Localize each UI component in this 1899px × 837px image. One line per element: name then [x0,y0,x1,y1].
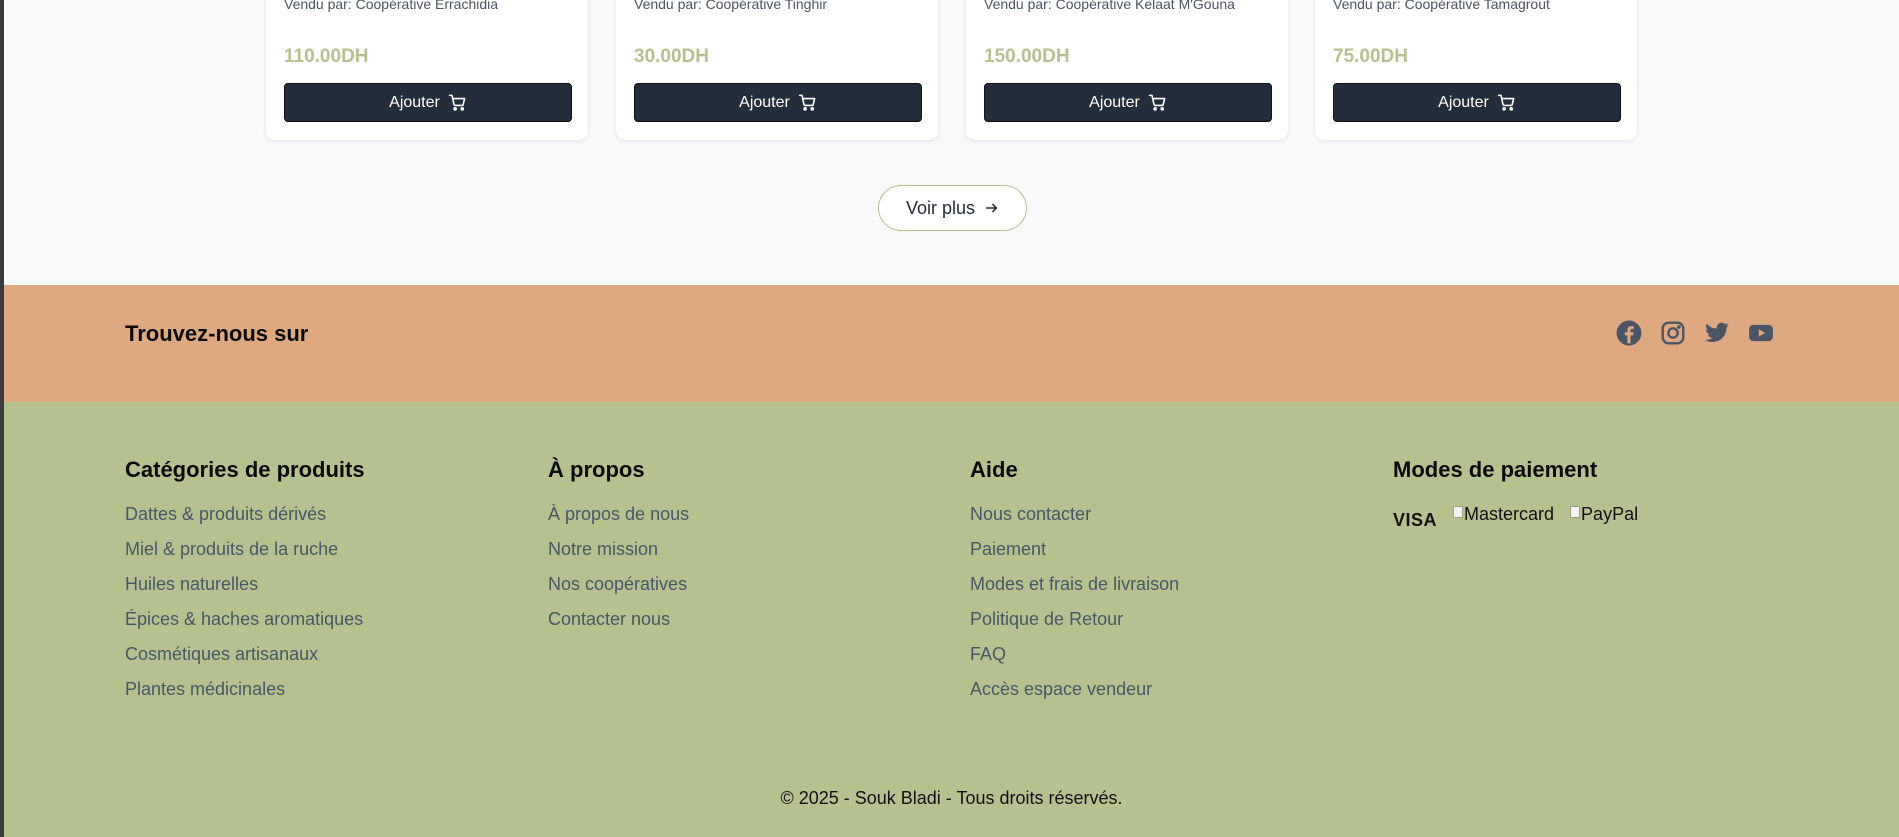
product-seller: Vendu par: Coopérative Tinghir [634,0,828,12]
footer-link[interactable]: Contacter nous [548,609,689,629]
footer-link[interactable]: Notre mission [548,539,689,559]
twitter-icon[interactable] [1704,320,1730,346]
product-card: Vendu par: Coopérative Tinghir 30.00DH A… [616,0,938,140]
product-seller: Vendu par: Coopérative Kelaat M'Gouna [984,0,1235,12]
product-card: Vendu par: Coopérative Kelaat M'Gouna 15… [966,0,1288,140]
product-price: 30.00DH [634,46,709,67]
footer-link[interactable]: Miel & produits de la ruche [125,539,365,559]
social-icons [1616,320,1774,346]
visa-logo: VISA [1393,510,1438,530]
broken-image-icon [1453,506,1464,518]
product-price: 75.00DH [1333,46,1408,67]
footer-about: À propos À propos de nous Notre mission … [548,457,689,644]
footer-payment: Modes de paiement VISA Mastercard PayPal [1393,457,1638,531]
add-to-cart-label: Ajouter [389,93,440,111]
cart-icon [1148,94,1166,111]
mastercard-image: Mastercard [1453,504,1554,525]
add-to-cart-button[interactable]: Ajouter [634,83,922,122]
cart-icon [448,94,466,111]
footer-about-title: À propos [548,457,645,482]
payment-methods: VISA Mastercard PayPal [1393,504,1638,531]
youtube-icon[interactable] [1748,320,1774,346]
facebook-icon[interactable] [1616,320,1642,346]
footer-payment-title: Modes de paiement [1393,457,1598,482]
mastercard-alt-text: Mastercard [1464,504,1555,524]
product-price: 110.00DH [284,46,369,67]
footer-link[interactable]: Politique de Retour [970,609,1179,629]
social-band: Trouvez-nous sur [4,285,1899,402]
footer-link[interactable]: Accès espace vendeur [970,679,1179,699]
footer-link[interactable]: Dattes & produits dérivés [125,504,365,524]
footer-help: Aide Nous contacter Paiement Modes et fr… [970,457,1179,714]
footer-link[interactable]: Nos coopératives [548,574,689,594]
site-footer: Catégories de produits Dattes & produits… [4,402,1899,837]
add-to-cart-button[interactable]: Ajouter [284,83,572,122]
footer-categories-title: Catégories de produits [125,457,365,482]
cart-icon [1497,94,1515,111]
voir-plus-label: Voir plus [905,197,976,218]
add-to-cart-label: Ajouter [1089,93,1140,111]
add-to-cart-label: Ajouter [1438,93,1489,111]
copyright: © 2025 - Souk Bladi - Tous droits réserv… [780,788,1123,808]
footer-link[interactable]: À propos de nous [548,504,689,524]
footer-link[interactable]: Plantes médicinales [125,679,365,699]
product-price: 150.00DH [984,46,1070,67]
cart-icon [798,94,816,111]
footer-link[interactable]: Huiles naturelles [125,574,365,594]
footer-link[interactable]: Épices & haches aromatiques [125,609,365,629]
window-left-edge [0,0,4,837]
paypal-image: PayPal [1570,504,1638,525]
footer-link[interactable]: FAQ [970,644,1179,664]
product-card: Vendu par: Coopérative Errachidia 110.00… [266,0,588,140]
add-to-cart-button[interactable]: Ajouter [1333,83,1621,122]
social-title: Trouvez-nous sur [125,321,309,346]
footer-link[interactable]: Modes et frais de livraison [970,574,1179,594]
broken-image-icon [1570,506,1581,518]
footer-categories: Catégories de produits Dattes & produits… [125,457,365,714]
add-to-cart-label: Ajouter [739,93,790,111]
footer-link[interactable]: Cosmétiques artisanaux [125,644,365,664]
instagram-icon[interactable] [1660,320,1686,346]
arrow-right-icon [985,203,998,213]
footer-link[interactable]: Nous contacter [970,504,1179,524]
voir-plus-button[interactable]: Voir plus [878,185,1027,231]
paypal-alt-text: PayPal [1581,504,1639,524]
footer-link[interactable]: Paiement [970,539,1179,559]
add-to-cart-button[interactable]: Ajouter [984,83,1272,122]
footer-help-title: Aide [970,457,1018,482]
product-grid-section: Vendu par: Coopérative Errachidia 110.00… [4,0,1899,285]
product-card: Vendu par: Coopérative Tamagrout 75.00DH… [1315,0,1637,140]
product-seller: Vendu par: Coopérative Tamagrout [1333,0,1550,12]
product-seller: Vendu par: Coopérative Errachidia [284,0,499,12]
